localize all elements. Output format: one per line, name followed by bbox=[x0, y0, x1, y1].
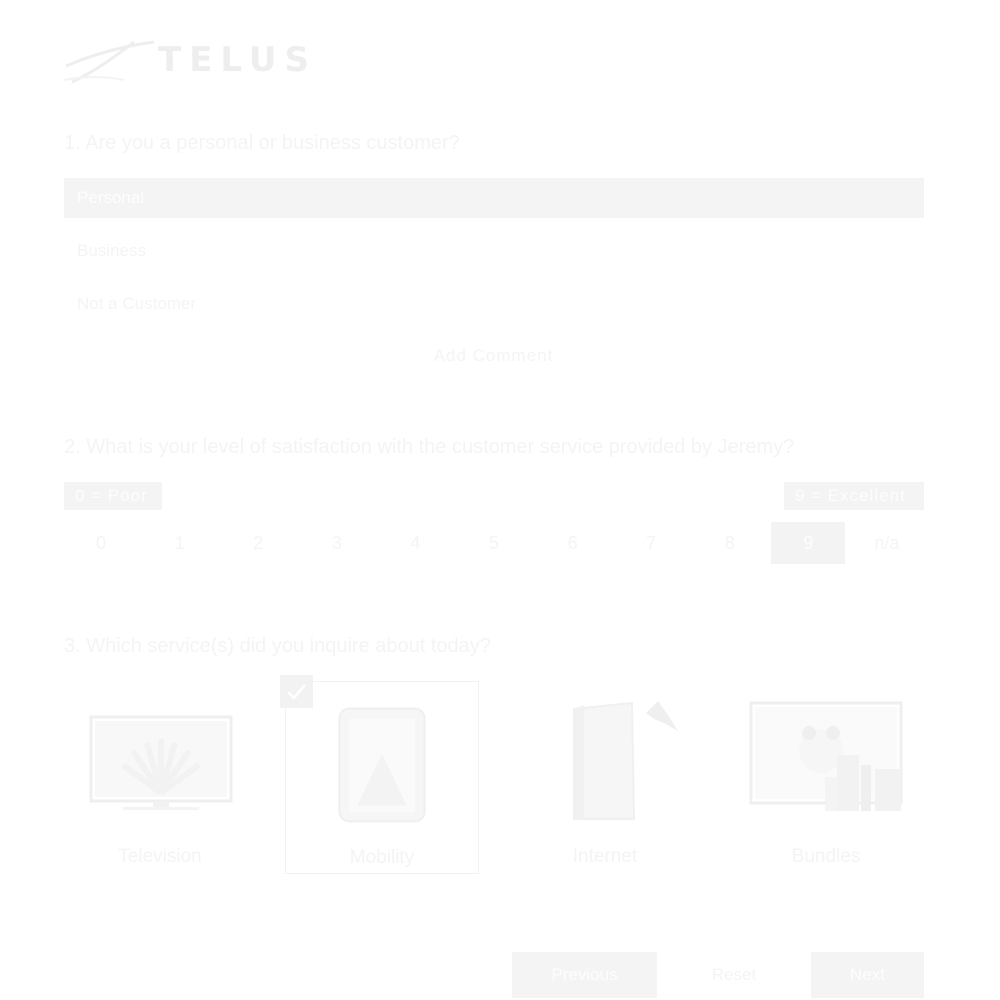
service-internet[interactable]: Internet bbox=[508, 681, 702, 874]
service-television[interactable]: Television bbox=[63, 681, 257, 874]
modem-icon bbox=[573, 701, 678, 820]
service-mobility-label: Mobility bbox=[349, 847, 415, 868]
mobility-checkmark-icon bbox=[280, 675, 313, 708]
scale-low-label: 0 = Poor bbox=[64, 482, 162, 510]
option-personal[interactable]: Personal bbox=[64, 178, 924, 218]
add-comment-link[interactable]: Add Comment bbox=[0, 344, 987, 368]
smartphone-icon bbox=[338, 707, 426, 823]
telus-swoosh-icon bbox=[64, 40, 155, 84]
rating-9-button[interactable]: 9 bbox=[771, 522, 846, 564]
question-1-title: 1. Are you a personal or business custom… bbox=[64, 132, 460, 154]
service-bundles[interactable]: Bundles bbox=[729, 681, 923, 874]
service-internet-label: Internet bbox=[572, 846, 638, 867]
option-not-a-customer[interactable]: Not a Customer bbox=[64, 284, 924, 324]
rating-0-button[interactable]: 0 bbox=[64, 522, 138, 564]
rating-3-button[interactable]: 3 bbox=[300, 522, 374, 564]
service-mobility[interactable]: Mobility bbox=[285, 681, 479, 874]
question-2-title: 2. What is your level of satisfaction wi… bbox=[64, 436, 795, 458]
rating-2-button[interactable]: 2 bbox=[221, 522, 295, 564]
television-icon bbox=[89, 715, 233, 810]
bundle-panda-icon bbox=[749, 701, 903, 811]
option-business[interactable]: Business bbox=[64, 231, 924, 271]
rating-6-button[interactable]: 6 bbox=[536, 522, 610, 564]
service-bundles-label: Bundles bbox=[791, 846, 861, 867]
service-television-label: Television bbox=[118, 846, 202, 867]
scale-high-label: 9 = Excellent bbox=[784, 482, 924, 510]
rating-4-button[interactable]: 4 bbox=[378, 522, 452, 564]
rating-8-button[interactable]: 8 bbox=[693, 522, 767, 564]
rating-5-button[interactable]: 5 bbox=[457, 522, 531, 564]
telus-logo: TELUS bbox=[64, 36, 324, 92]
rating-7-button[interactable]: 7 bbox=[614, 522, 688, 564]
rating-scale: 0 1 2 3 4 5 6 7 8 9 n/a bbox=[64, 522, 924, 564]
telus-wordmark: TELUS bbox=[158, 40, 317, 80]
rating-na-button[interactable]: n/a bbox=[850, 522, 924, 564]
reset-button[interactable]: Reset bbox=[674, 952, 794, 998]
rating-1-button[interactable]: 1 bbox=[143, 522, 217, 564]
question-3-title: 3. Which service(s) did you inquire abou… bbox=[64, 635, 491, 657]
survey-page: TELUS 1. Are you a personal or business … bbox=[0, 0, 1000, 1000]
next-button[interactable]: Next bbox=[811, 952, 924, 998]
previous-button[interactable]: Previous bbox=[512, 952, 657, 998]
